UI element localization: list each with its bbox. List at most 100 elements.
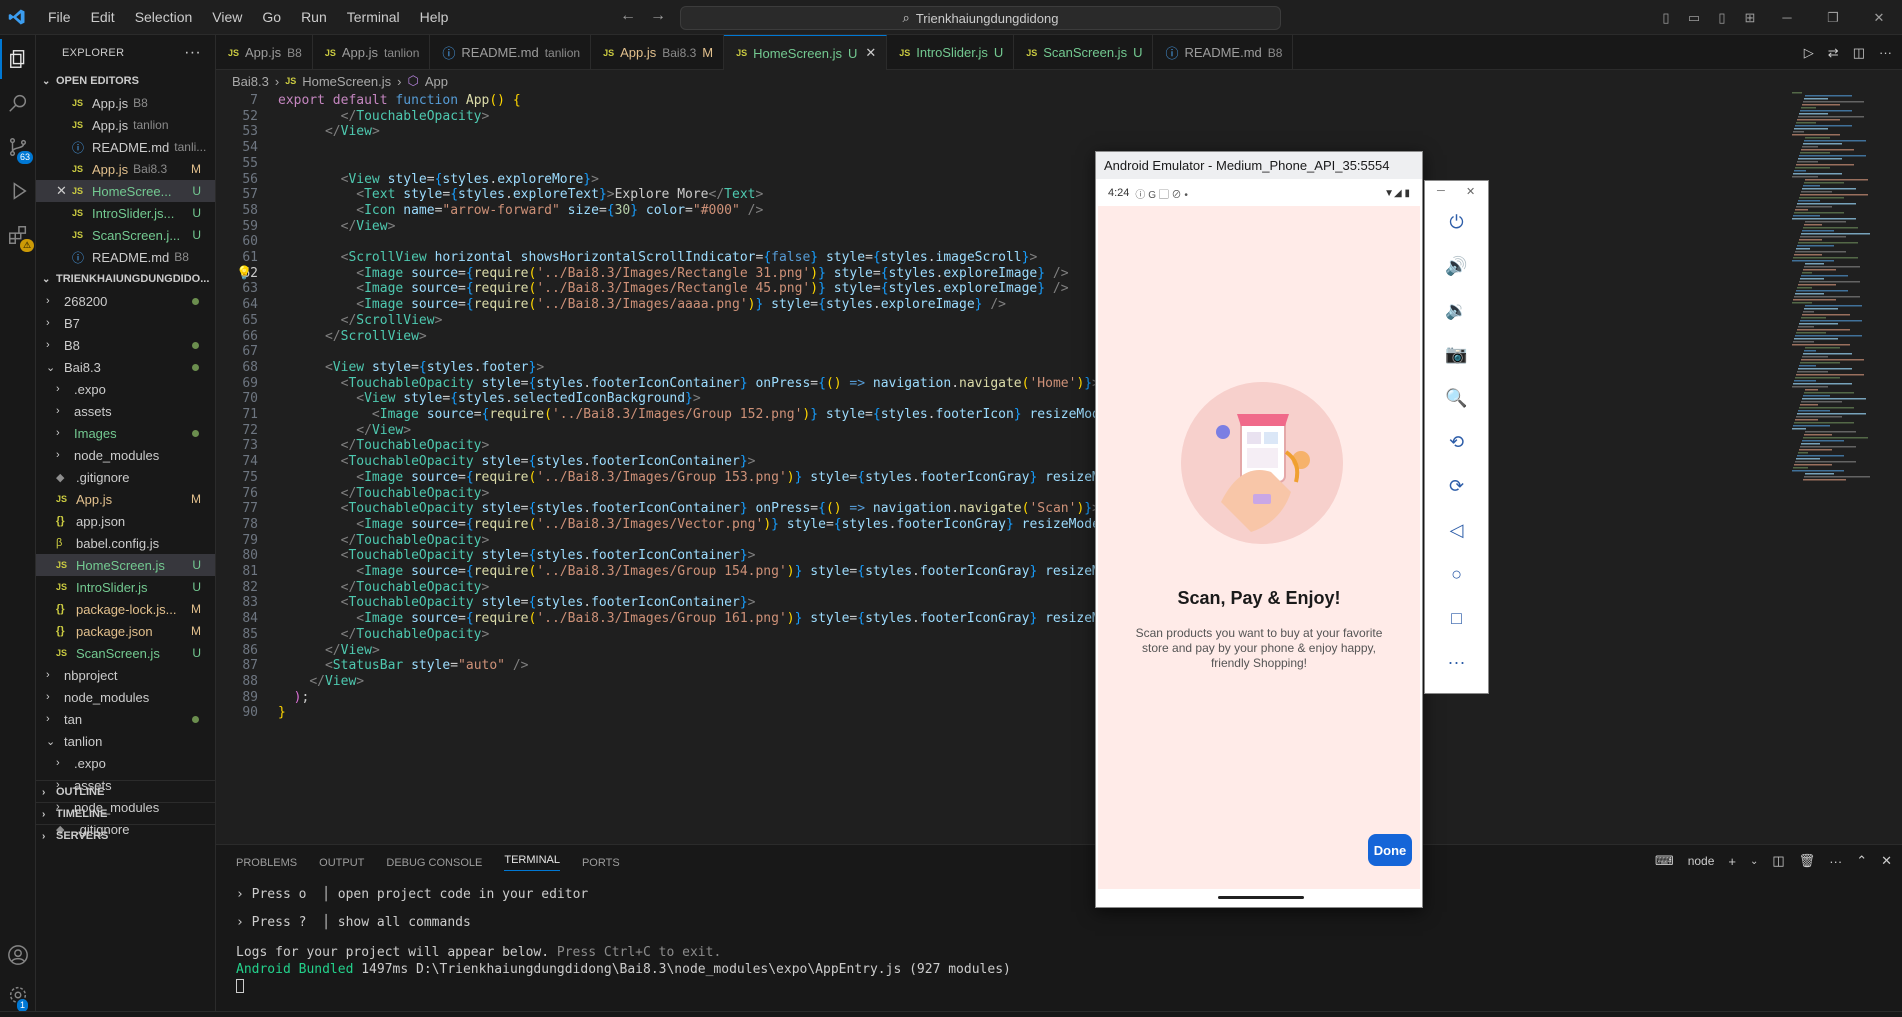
forward-arrow-icon[interactable]: →	[650, 7, 666, 25]
split-editor-icon[interactable]: ◫	[1853, 45, 1865, 61]
outline-section[interactable]: › OUTLINE	[36, 781, 215, 803]
power-icon[interactable]: ⏻	[1425, 205, 1488, 239]
close-icon[interactable]: ✕	[1466, 185, 1475, 198]
editor-tab[interactable]: ⓘ README.md B8	[1153, 35, 1294, 70]
tree-folder[interactable]: ⌄ tanlion	[36, 730, 215, 752]
breadcrumb-symbol[interactable]: App	[425, 74, 448, 89]
open-editor-item[interactable]: JS App.js Bai8.3 M	[36, 158, 215, 180]
open-editor-item[interactable]: JS IntroSlider.js... U	[36, 202, 215, 224]
tree-folder[interactable]: › .expo	[36, 752, 215, 774]
editor-tab[interactable]: ⓘ README.md tanlion	[430, 35, 592, 70]
compare-icon[interactable]: ⇄	[1828, 45, 1839, 61]
minimize-icon[interactable]: ─	[1437, 185, 1445, 197]
back-arrow-icon[interactable]: ←	[620, 7, 636, 25]
tree-folder[interactable]: › B8	[36, 334, 215, 356]
tree-folder[interactable]: › B7	[36, 312, 215, 334]
toggle-panel-icon[interactable]: ▭	[1680, 10, 1708, 26]
tree-file[interactable]: ◆ .gitignore	[36, 466, 215, 488]
tree-file[interactable]: JS HomeScreen.js U	[36, 554, 215, 576]
rotate-right-icon[interactable]: ⟳	[1425, 469, 1488, 503]
editor-tab[interactable]: JS HomeScreen.js U ✕	[724, 35, 888, 70]
rotate-left-icon[interactable]: ⟲	[1425, 425, 1488, 459]
kill-terminal-icon[interactable]: 🗑	[1799, 853, 1816, 869]
tree-folder[interactable]: › Images	[36, 422, 215, 444]
tree-folder[interactable]: › assets	[36, 400, 215, 422]
new-terminal-icon[interactable]: +	[1728, 854, 1736, 869]
tree-file[interactable]: JS App.js M	[36, 488, 215, 510]
editor-tab[interactable]: JS ScanScreen.js U	[1014, 35, 1154, 70]
close-window-icon[interactable]: ✕	[1856, 10, 1902, 26]
menu-selection[interactable]: Selection	[125, 0, 203, 35]
home-icon[interactable]: ○	[1425, 557, 1488, 591]
tree-file[interactable]: β babel.config.js	[36, 532, 215, 554]
timeline-section[interactable]: › TIMELINE	[36, 803, 215, 825]
menu-go[interactable]: Go	[252, 0, 291, 35]
customize-layout-icon[interactable]: ⊞	[1736, 10, 1764, 26]
camera-icon[interactable]: 📷	[1425, 337, 1488, 371]
panel-tab-ports[interactable]: PORTS	[582, 857, 620, 869]
menu-view[interactable]: View	[202, 0, 252, 35]
tree-folder[interactable]: › nbproject	[36, 664, 215, 686]
volume-up-icon[interactable]: 🔊	[1425, 249, 1488, 283]
panel-tab-debug-console[interactable]: DEBUG CONSOLE	[386, 857, 482, 869]
open-editor-item[interactable]: ⓘ README.md B8	[36, 246, 215, 268]
breadcrumb-file[interactable]: HomeScreen.js	[302, 74, 391, 89]
open-editors-section[interactable]: ⌄ OPEN EDITORS	[36, 70, 215, 92]
back-icon[interactable]: ◁	[1425, 513, 1488, 547]
menu-file[interactable]: File	[38, 0, 81, 35]
more-actions-icon[interactable]: ···	[184, 44, 201, 62]
tree-file[interactable]: {} app.json	[36, 510, 215, 532]
manage-gear-icon[interactable]: 1	[0, 975, 36, 1015]
open-editor-item[interactable]: JS ScanScreen.j... U	[36, 224, 215, 246]
more-icon[interactable]: ···	[1425, 645, 1488, 679]
close-panel-icon[interactable]: ✕	[1881, 853, 1892, 869]
servers-section[interactable]: › SERVERS	[36, 825, 215, 847]
editor-tab[interactable]: JS IntroSlider.js U	[887, 35, 1015, 70]
editor-tab[interactable]: JS App.js Bai8.3 M	[591, 35, 725, 70]
menu-terminal[interactable]: Terminal	[337, 0, 410, 35]
editor-tab[interactable]: JS App.js tanlion	[313, 35, 431, 70]
command-center-search[interactable]: ⌕ Trienkhaiungdungdidong	[680, 6, 1281, 30]
tree-folder[interactable]: › 268200	[36, 290, 215, 312]
tree-file[interactable]: JS IntroSlider.js U	[36, 576, 215, 598]
split-terminal-icon[interactable]: ◫	[1772, 853, 1784, 869]
open-editor-item[interactable]: ⓘ README.md tanli...	[36, 136, 215, 158]
tree-file[interactable]: {} package-lock.js... M	[36, 598, 215, 620]
volume-down-icon[interactable]: 🔉	[1425, 293, 1488, 327]
run-debug-icon[interactable]	[0, 171, 36, 211]
open-editor-item[interactable]: JS App.js B8	[36, 92, 215, 114]
minimize-icon[interactable]: ─	[1764, 10, 1810, 25]
code-editor[interactable]: 7 export default function App() {52 </Tou…	[216, 92, 1786, 844]
terminal-cursor[interactable]	[236, 979, 244, 997]
tree-folder[interactable]: › node_modules	[36, 686, 215, 708]
terminal-shell-name[interactable]: node	[1688, 854, 1715, 868]
close-icon[interactable]: ✕	[56, 183, 72, 199]
menu-edit[interactable]: Edit	[81, 0, 125, 35]
explorer-icon[interactable]	[0, 39, 36, 79]
maximize-panel-icon[interactable]: ⌃	[1856, 853, 1867, 869]
phone-screen[interactable]: 4:24 ⓘ G ▢ ⊘ • ▼◢ ▮ Scan, Pay & Enjoy! S…	[1098, 180, 1420, 907]
code-line[interactable]: 90}	[216, 703, 1786, 722]
overview-icon[interactable]: □	[1425, 601, 1488, 635]
search-view-icon[interactable]	[0, 83, 36, 123]
editor-tab[interactable]: JS App.js B8	[216, 35, 313, 70]
restore-icon[interactable]: ❐	[1810, 10, 1856, 26]
source-control-icon[interactable]: 63	[0, 127, 36, 167]
extensions-icon[interactable]: ⚠	[0, 215, 36, 255]
zoom-icon[interactable]: 🔍	[1425, 381, 1488, 415]
breadcrumb-folder[interactable]: Bai8.3	[232, 74, 269, 89]
panel-tab-output[interactable]: OUTPUT	[319, 857, 364, 869]
gesture-pill[interactable]	[1218, 896, 1304, 899]
toggle-primary-sidebar-icon[interactable]: ▯	[1652, 10, 1680, 26]
chevron-down-icon[interactable]: ⌄	[1750, 856, 1758, 867]
panel-tab-problems[interactable]: PROBLEMS	[236, 857, 297, 869]
tree-file[interactable]: JS ScanScreen.js U	[36, 642, 215, 664]
project-section[interactable]: ⌄ TRIENKHAIUNGDUNGDIDO...	[36, 268, 215, 290]
menu-help[interactable]: Help	[410, 0, 459, 35]
done-button[interactable]: Done	[1368, 834, 1412, 866]
more-actions-icon[interactable]: ···	[1879, 45, 1892, 60]
tree-folder[interactable]: › tan	[36, 708, 215, 730]
tree-folder[interactable]: › .expo	[36, 378, 215, 400]
accounts-icon[interactable]	[0, 935, 36, 975]
run-icon[interactable]: ▷	[1804, 45, 1814, 61]
